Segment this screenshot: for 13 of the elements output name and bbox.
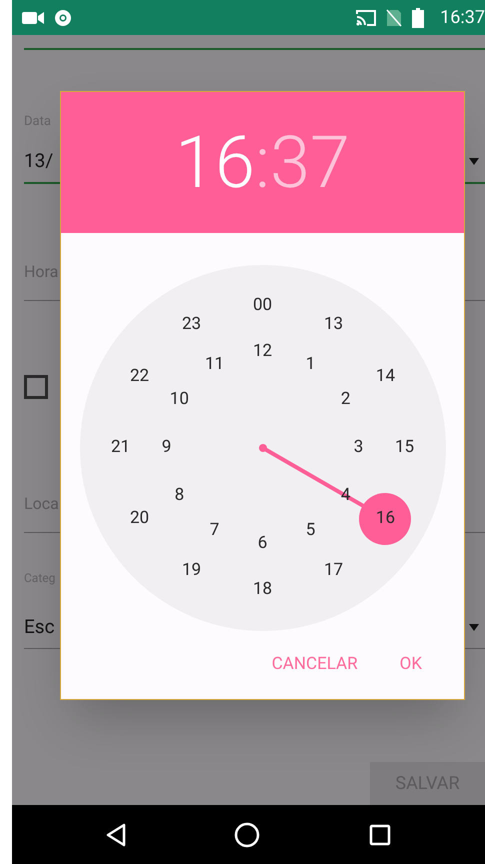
cast-icon [356, 10, 376, 26]
no-sim-icon [386, 8, 402, 26]
caret-icon [469, 158, 479, 165]
hour-number[interactable]: 16 [359, 493, 412, 545]
status-time: 16:37 [440, 6, 485, 30]
video-camera-icon [22, 10, 44, 24]
caret-icon [469, 624, 479, 630]
recent-apps-icon[interactable] [368, 824, 391, 846]
home-icon[interactable] [234, 822, 260, 848]
time-separator: : [254, 126, 270, 198]
battery-icon [412, 8, 424, 28]
checkbox[interactable] [24, 374, 48, 398]
back-icon[interactable] [106, 822, 126, 846]
